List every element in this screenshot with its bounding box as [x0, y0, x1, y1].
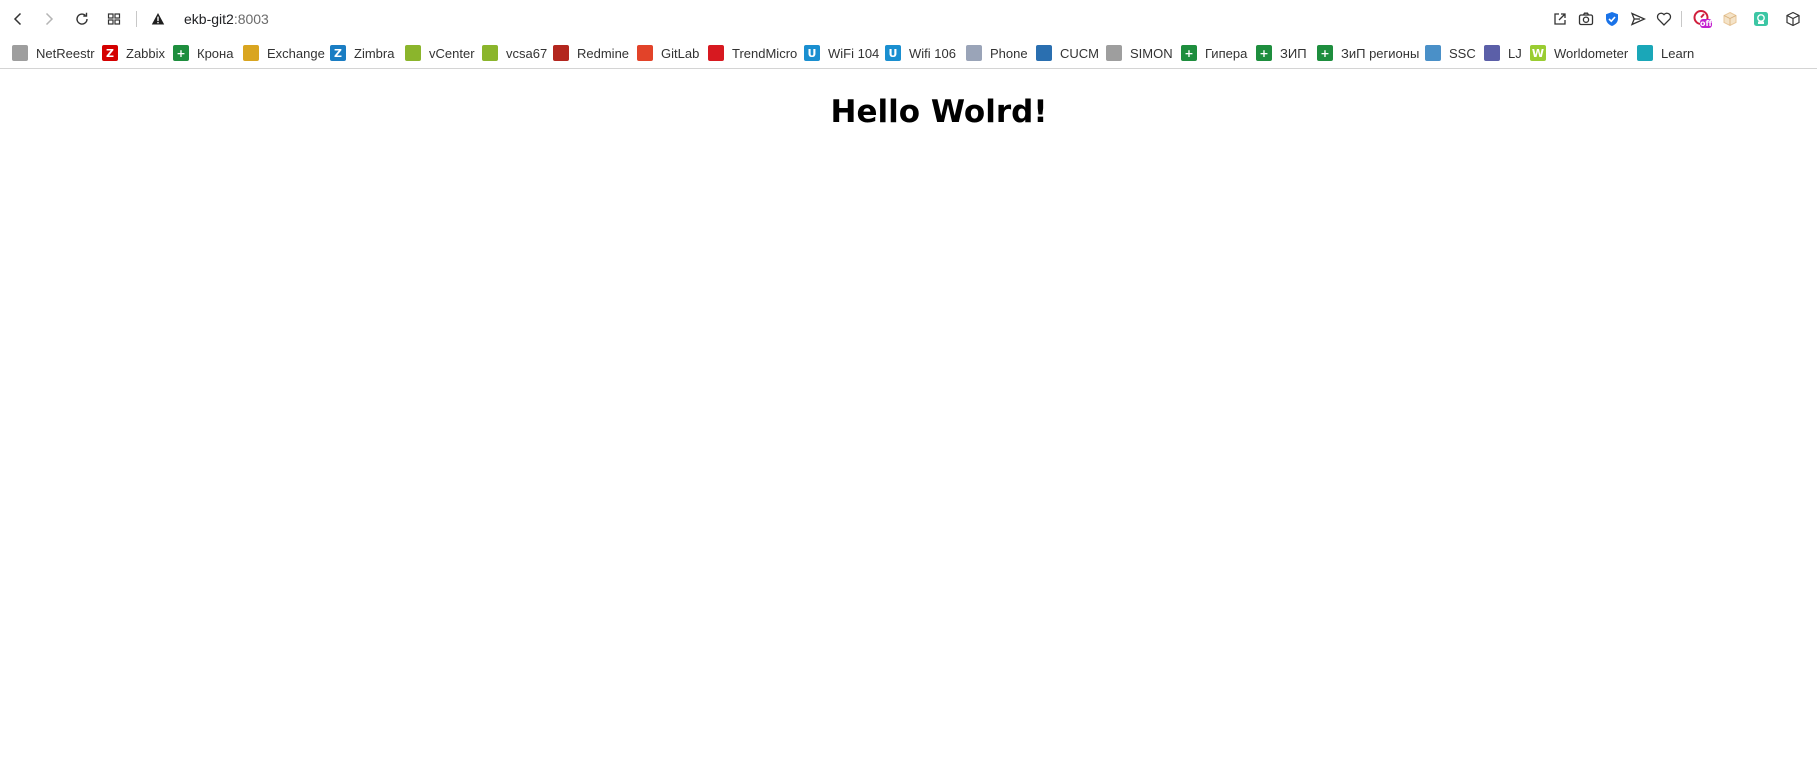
bookmark-item[interactable]: SIMON: [1106, 43, 1173, 63]
bookmark-item[interactable]: Z Zimbra: [330, 43, 394, 63]
toolbar-divider-right: [1681, 11, 1682, 27]
bookmark-item[interactable]: vCenter: [405, 43, 475, 63]
bookmark-item[interactable]: NetReestr: [12, 43, 95, 63]
bookmark-favicon-icon: [553, 45, 569, 61]
bookmark-item[interactable]: Learn: [1637, 43, 1694, 63]
extension-cube-icon[interactable]: [1718, 7, 1742, 31]
back-arrow-icon[interactable]: [6, 7, 30, 31]
extension-off-icon[interactable]: off: [1690, 7, 1714, 31]
bookmark-label: Zimbra: [354, 45, 395, 61]
send-icon[interactable]: [1626, 7, 1650, 31]
bookmark-favicon-icon: U: [804, 45, 820, 61]
bookmark-label: ЗиП регионы: [1341, 45, 1420, 61]
bookmark-item[interactable]: W Worldometer: [1530, 43, 1628, 63]
bookmarks-bar: NetReestr Z Zabbix + Крона Exchange Z Zimbra vCe…: [0, 38, 1817, 69]
bookmark-item[interactable]: SSC: [1425, 43, 1476, 63]
bookmark-item[interactable]: vcsa67: [482, 43, 547, 63]
bookmark-favicon-icon: Z: [102, 45, 118, 61]
url-text[interactable]: ekb-git2:8003: [184, 11, 269, 27]
reload-icon[interactable]: [70, 7, 94, 31]
bookmark-label: Worldometer: [1554, 45, 1629, 61]
bookmark-item[interactable]: LJ: [1484, 43, 1522, 63]
bookmark-favicon-icon: W: [1530, 45, 1546, 61]
page-content: Hello Wolrd!: [0, 70, 1817, 760]
bookmark-label: NetReestr: [36, 45, 95, 61]
bookmark-item[interactable]: + ЗИП: [1256, 43, 1307, 63]
bookmark-label: TrendMicro: [732, 45, 798, 61]
extensions-box-icon[interactable]: [1781, 7, 1805, 31]
toolbar-divider: [136, 11, 137, 27]
bookmark-favicon-icon: [1106, 45, 1122, 61]
bookmark-label: vcsa67: [506, 45, 548, 61]
bookmark-favicon-icon: +: [1181, 45, 1197, 61]
tab-grid-icon[interactable]: [102, 7, 126, 31]
bookmark-label: SSC: [1449, 45, 1476, 61]
url-host: ekb-git2: [184, 11, 234, 27]
bookmark-label: Learn: [1661, 45, 1695, 61]
bookmark-label: CUCM: [1060, 45, 1099, 61]
extension-badge-text: off: [1700, 19, 1712, 28]
extension-lock-icon[interactable]: [1749, 7, 1773, 31]
bookmark-favicon-icon: +: [1317, 45, 1333, 61]
browser-toolbar: ekb-git2:8003 off: [0, 0, 1817, 38]
bookmark-label: Exchange: [267, 45, 325, 61]
not-secure-warning-icon[interactable]: [150, 11, 166, 27]
bookmark-item[interactable]: + Крона: [173, 43, 233, 63]
camera-icon[interactable]: [1574, 7, 1598, 31]
bookmark-favicon-icon: +: [1256, 45, 1272, 61]
address-bar[interactable]: ekb-git2:8003: [150, 7, 269, 31]
forward-arrow-icon[interactable]: [37, 7, 61, 31]
bookmark-favicon-icon: [405, 45, 421, 61]
bookmark-label: Крона: [197, 45, 234, 61]
url-port: :8003: [233, 11, 269, 27]
bookmark-item[interactable]: TrendMicro: [708, 43, 797, 63]
heart-icon[interactable]: [1652, 7, 1676, 31]
bookmark-label: Redmine: [577, 45, 630, 61]
bookmark-label: Zabbix: [126, 45, 166, 61]
bookmark-item[interactable]: Phone: [966, 43, 1028, 63]
bookmark-favicon-icon: +: [173, 45, 189, 61]
bookmark-label: WiFi 104: [828, 45, 880, 61]
bookmark-label: Wifi 106: [909, 45, 956, 61]
bookmark-item[interactable]: U Wifi 106: [885, 43, 956, 63]
bookmark-item[interactable]: + Гипера: [1181, 43, 1247, 63]
bookmark-favicon-icon: [12, 45, 28, 61]
bookmark-favicon-icon: [1637, 45, 1653, 61]
bookmark-favicon-icon: [1036, 45, 1052, 61]
share-icon[interactable]: [1548, 7, 1572, 31]
bookmark-label: SIMON: [1130, 45, 1173, 61]
bookmark-item[interactable]: U WiFi 104: [804, 43, 879, 63]
bookmark-item[interactable]: Z Zabbix: [102, 43, 165, 63]
bookmark-item[interactable]: Exchange: [243, 43, 325, 63]
bookmark-favicon-icon: [1425, 45, 1441, 61]
bookmark-favicon-icon: [708, 45, 724, 61]
bookmark-item[interactable]: GitLab: [637, 43, 699, 63]
shield-check-icon[interactable]: [1600, 7, 1624, 31]
bookmark-favicon-icon: [637, 45, 653, 61]
bookmark-label: vCenter: [429, 45, 475, 61]
bookmark-label: GitLab: [661, 45, 700, 61]
bookmark-favicon-icon: U: [885, 45, 901, 61]
bookmark-label: ЗИП: [1280, 45, 1307, 61]
bookmark-item[interactable]: Redmine: [553, 43, 629, 63]
bookmark-favicon-icon: [966, 45, 982, 61]
bookmark-favicon-icon: [482, 45, 498, 61]
bookmark-item[interactable]: + ЗиП регионы: [1317, 43, 1419, 63]
bookmark-label: LJ: [1508, 45, 1522, 61]
page-heading: Hello Wolrd!: [830, 94, 1048, 130]
bookmark-item[interactable]: CUCM: [1036, 43, 1099, 63]
bookmark-favicon-icon: Z: [330, 45, 346, 61]
bookmark-favicon-icon: [243, 45, 259, 61]
bookmark-label: Гипера: [1205, 45, 1248, 61]
bookmark-favicon-icon: [1484, 45, 1500, 61]
bookmark-label: Phone: [990, 45, 1028, 61]
